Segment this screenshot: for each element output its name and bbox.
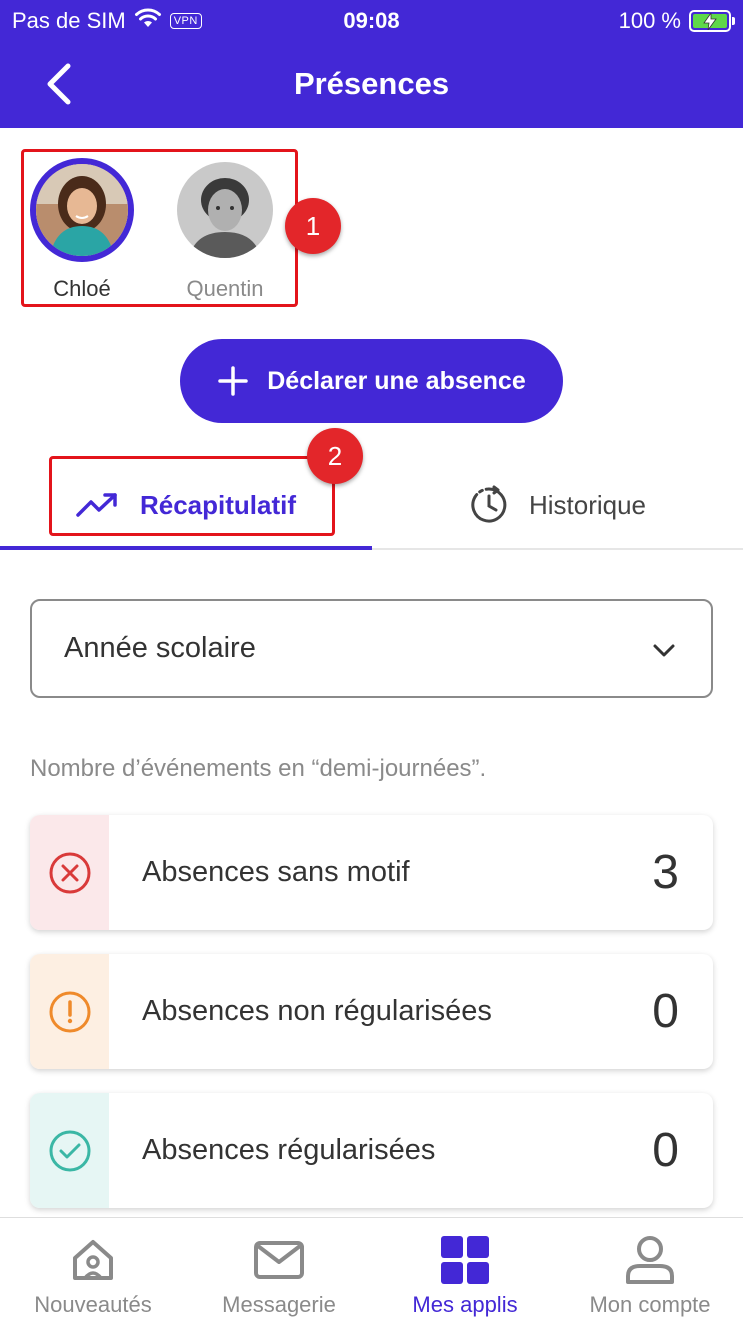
mail-icon — [253, 1232, 305, 1288]
avatar-name-chloe: Chloé — [53, 276, 111, 301]
user-icon — [624, 1232, 676, 1288]
battery-icon — [689, 10, 735, 32]
nav-label: Nouveautés — [34, 1292, 152, 1317]
nav-label: Mes applis — [412, 1292, 518, 1317]
card-icon-strip — [30, 815, 109, 930]
period-select[interactable]: Année scolaire — [30, 599, 713, 698]
home-icon — [67, 1232, 119, 1288]
chevron-down-icon — [653, 644, 675, 657]
app-header: Pas de SIM VPN 09:08 100 % Présences — [0, 0, 743, 128]
card-count: 3 — [652, 846, 679, 899]
declare-absence-label: Déclarer une absence — [267, 366, 526, 395]
card-absences-sans-motif[interactable]: Absences sans motif 3 — [30, 815, 713, 930]
status-right: 100 % — [618, 8, 735, 34]
nav-label: Messagerie — [222, 1292, 336, 1317]
tab-historique-label: Historique — [528, 489, 647, 520]
battery-percentage: 100 % — [618, 8, 681, 33]
card-label: Absences régularisées — [142, 1134, 436, 1166]
card-count: 0 — [652, 1124, 679, 1177]
card-absences-non-regularisees[interactable]: Absences non régularisées 0 — [30, 954, 713, 1069]
apps-grid-icon — [439, 1232, 491, 1288]
avatar-quentin[interactable] — [177, 162, 273, 258]
alert-circle-icon — [49, 991, 90, 1032]
nav-item-mes-applis[interactable]: Mes applis — [372, 1218, 558, 1328]
card-count: 0 — [652, 985, 679, 1038]
avatar-chloe[interactable] — [30, 158, 134, 262]
annotation-badge-2: 2 — [307, 428, 363, 484]
events-note: Nombre d’événements en “demi-journées”. — [30, 755, 487, 782]
tab-historique[interactable]: Historique — [372, 460, 743, 550]
declare-absence-button[interactable]: Déclarer une absence — [180, 339, 563, 423]
x-circle-icon — [49, 852, 90, 893]
avatar-name-quentin: Quentin — [186, 276, 264, 301]
nav-item-messagerie[interactable]: Messagerie — [186, 1218, 372, 1328]
nav-label: Mon compte — [589, 1292, 711, 1317]
card-label: Absences sans motif — [142, 856, 410, 888]
nav-item-mon-compte[interactable]: Mon compte — [557, 1218, 743, 1328]
card-label: Absences non régularisées — [142, 995, 492, 1027]
bottom-navigation: Nouveautés Messagerie Mes applis Mon com… — [0, 1217, 743, 1328]
page-title: Présences — [293, 66, 450, 101]
history-icon — [471, 485, 507, 523]
nav-item-nouveautes[interactable]: Nouveautés — [0, 1218, 186, 1328]
active-tab-indicator — [0, 546, 372, 550]
period-select-value: Année scolaire — [64, 632, 256, 664]
annotation-badge-1: 1 — [285, 198, 341, 254]
card-icon-strip — [30, 954, 109, 1069]
status-bar: Pas de SIM VPN 09:08 100 % — [0, 0, 743, 44]
check-circle-icon — [49, 1130, 90, 1171]
plus-icon — [218, 366, 248, 396]
annotation-box-2 — [49, 456, 335, 536]
card-icon-strip — [30, 1093, 109, 1208]
card-absences-regularisees[interactable]: Absences régularisées 0 — [30, 1093, 713, 1208]
